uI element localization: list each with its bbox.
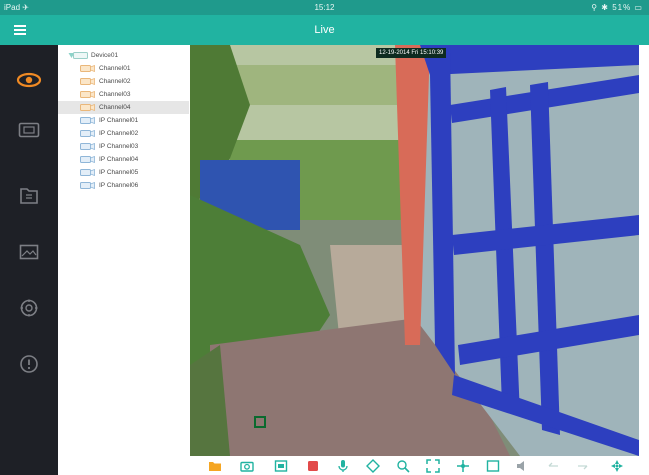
- channel-item[interactable]: IP Channel02: [58, 127, 189, 140]
- quality-icon[interactable]: [486, 459, 500, 473]
- channel-item[interactable]: IP Channel06: [58, 179, 189, 192]
- channel-item[interactable]: IP Channel04: [58, 153, 189, 166]
- next-icon[interactable]: [576, 459, 590, 473]
- zoom-icon[interactable]: [396, 459, 410, 473]
- ip-camera-icon: [80, 182, 95, 189]
- device-name: Device01: [91, 52, 119, 59]
- ptz-icon[interactable]: [366, 459, 380, 473]
- channel-item[interactable]: IP Channel03: [58, 140, 189, 153]
- nav-image-gallery[interactable]: [0, 231, 58, 273]
- ip-camera-icon: [80, 130, 95, 137]
- stop-icon[interactable]: [306, 459, 320, 473]
- status-indicators: ⚲ ✱ 51% ▭: [591, 3, 643, 12]
- app-bar: Live: [0, 15, 649, 45]
- previous-icon[interactable]: [546, 459, 560, 473]
- nav-live-view[interactable]: [0, 59, 58, 101]
- channel-item[interactable]: Channel03: [58, 88, 189, 101]
- nav-info[interactable]: [0, 343, 58, 385]
- microphone-icon[interactable]: [336, 459, 350, 473]
- channel-item[interactable]: Channel02: [58, 75, 189, 88]
- channel-label: IP Channel05: [99, 169, 139, 176]
- channel-label: IP Channel04: [99, 156, 139, 163]
- record-icon[interactable]: [274, 459, 288, 473]
- status-bar: iPad ✈ 15:12 ⚲ ✱ 51% ▭: [0, 0, 649, 15]
- channel-item[interactable]: IP Channel05: [58, 166, 189, 179]
- camera-feed-image: [190, 45, 639, 456]
- ip-camera-icon: [80, 117, 95, 124]
- channel-label: Channel01: [99, 65, 131, 72]
- channel-label: IP Channel06: [99, 182, 139, 189]
- dvr-icon: [73, 52, 88, 59]
- audio-icon[interactable]: [516, 459, 530, 473]
- channel-item[interactable]: Channel01: [58, 62, 189, 75]
- live-video-view[interactable]: 12-19-2014 Fri 15:10:39: [190, 45, 639, 456]
- channel-label: Channel04: [99, 104, 131, 111]
- analog-camera-icon: [80, 78, 95, 85]
- live-view-icon: [16, 72, 42, 88]
- settings-icon: [20, 299, 38, 317]
- ptz-control-icon[interactable]: [610, 459, 624, 473]
- live-toolbar: [190, 456, 649, 475]
- analog-camera-icon: [80, 65, 95, 72]
- analog-camera-icon: [80, 91, 95, 98]
- side-navigation: [0, 45, 58, 475]
- video-timestamp-osd: 12-19-2014 Fri 15:10:39: [376, 48, 447, 58]
- channel-label: Channel02: [99, 78, 131, 85]
- fullscreen-icon[interactable]: [426, 459, 440, 473]
- channel-label: Channel03: [99, 91, 131, 98]
- playback-icon: [18, 122, 40, 138]
- image-gallery-icon: [19, 244, 39, 260]
- nav-settings[interactable]: [0, 287, 58, 329]
- device-tree: Device01 Channel01 Channel02 Channel03 C…: [58, 45, 189, 475]
- device-node[interactable]: Device01: [58, 49, 189, 62]
- split-screen-icon[interactable]: [456, 459, 470, 473]
- channel-label: IP Channel01: [99, 117, 139, 124]
- channel-label: IP Channel03: [99, 143, 139, 150]
- status-time: 15:12: [314, 3, 335, 12]
- channel-item[interactable]: IP Channel01: [58, 114, 189, 127]
- nav-file-manager[interactable]: [0, 175, 58, 217]
- page-title: Live: [314, 24, 335, 36]
- info-icon: [20, 355, 38, 373]
- nav-playback[interactable]: [0, 109, 58, 151]
- ip-camera-icon: [80, 169, 95, 176]
- ip-camera-icon: [80, 156, 95, 163]
- folder-icon[interactable]: [208, 459, 222, 473]
- ip-camera-icon: [80, 143, 95, 150]
- channel-item-selected[interactable]: Channel04: [58, 101, 189, 114]
- analog-camera-icon: [80, 104, 95, 111]
- file-manager-icon: [20, 188, 38, 204]
- snapshot-icon[interactable]: [240, 459, 254, 473]
- channel-label: IP Channel02: [99, 130, 139, 137]
